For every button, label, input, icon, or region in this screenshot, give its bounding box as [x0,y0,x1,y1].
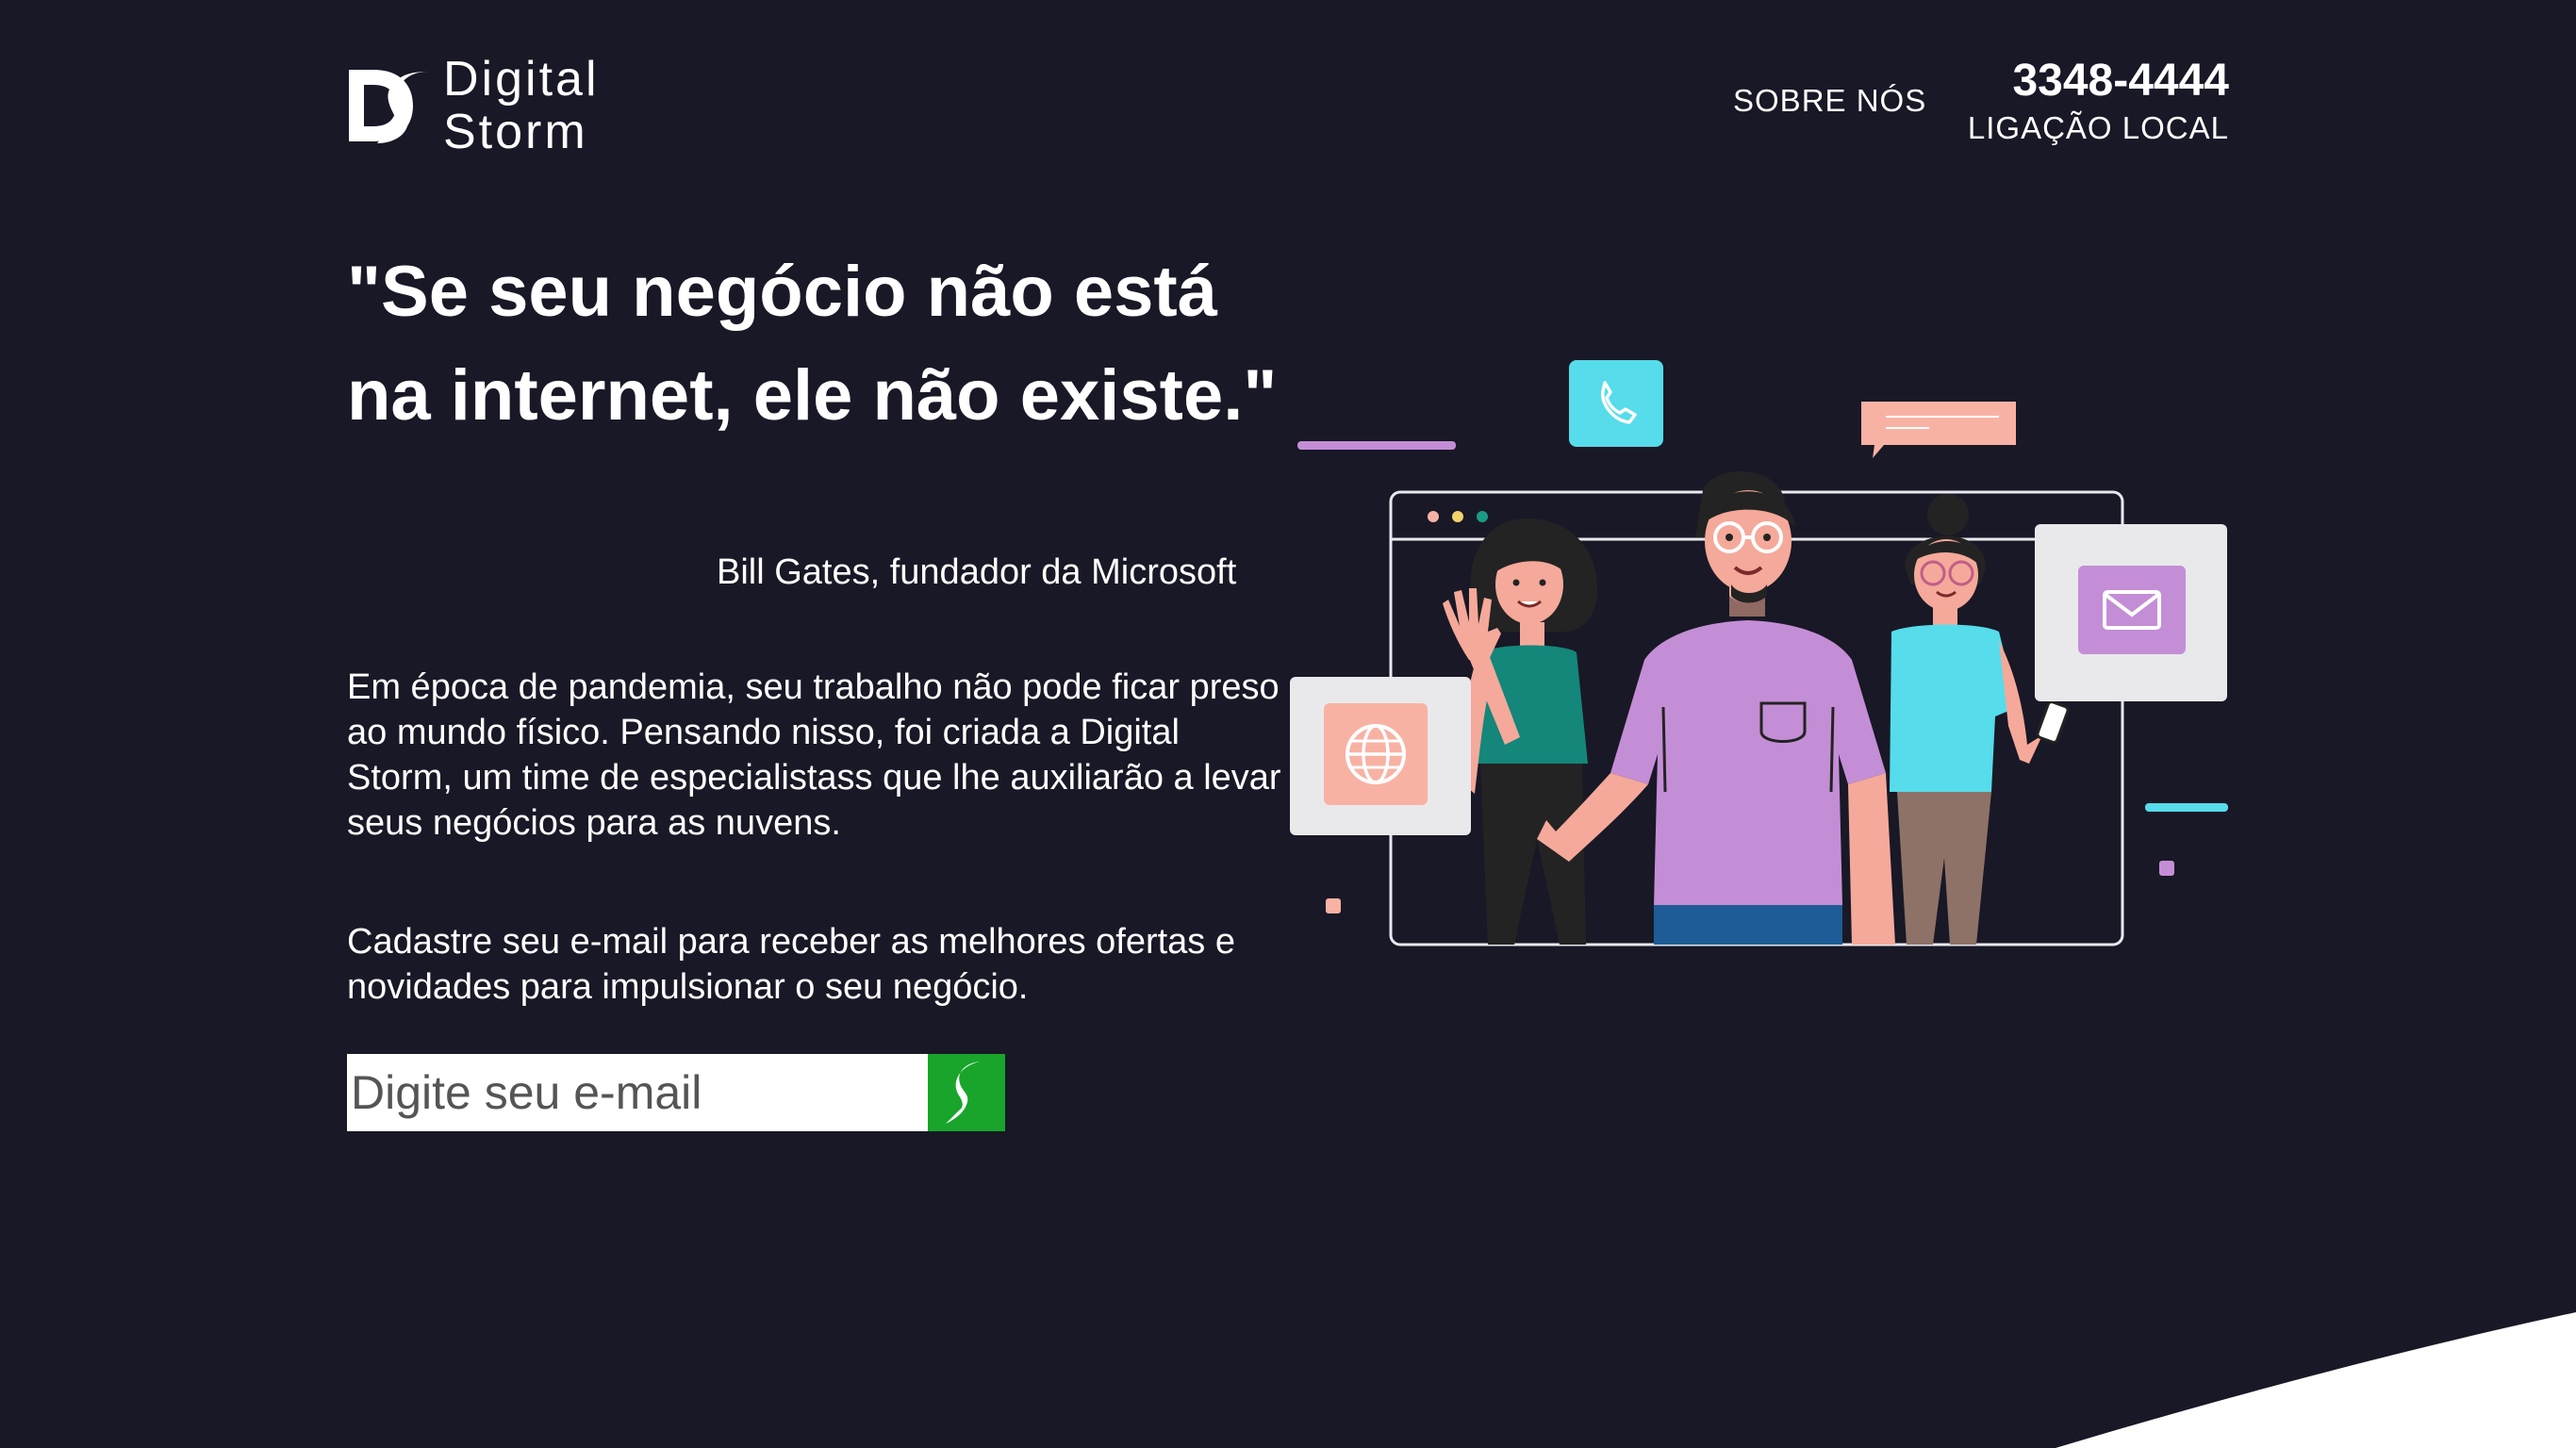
email-input[interactable] [347,1054,928,1131]
decor-dot-purple [2159,861,2174,876]
mail-icon [2035,524,2227,701]
nav-link-about[interactable]: SOBRE NÓS [1733,83,1926,119]
hero-quote: "Se seu negócio não está na internet, el… [347,252,1278,436]
brand-logo[interactable]: Digital Storm [345,53,628,158]
bottom-wave-decoration [2056,1312,2576,1448]
decor-bar-cyan [2145,803,2228,812]
brand-name: Digital Storm [443,53,600,158]
newsletter-cta: Cadastre seu e-mail para receber as melh… [347,922,1236,1007]
decor-dot-salmon [1326,898,1341,913]
phone-icon [1569,360,1663,447]
lightning-icon [946,1061,980,1124]
newsletter-form [347,1054,1005,1131]
brand-name-line2: Storm [443,105,588,159]
quote-author: Bill Gates, fundador da Microsoft [717,552,1237,592]
phone-number: 3348-4444 [2012,56,2229,106]
globe-icon [1290,677,1471,835]
phone-label: LIGAÇÃO LOCAL [1967,110,2229,145]
team-illustration [1290,360,2228,946]
phone-contact[interactable]: 3348-4444 LIGAÇÃO LOCAL [1961,53,2229,147]
intro-paragraph: Em época de pandemia, seu trabalho não p… [347,667,1281,843]
man-purple-shirt [1537,470,1895,945]
decor-bar-purple [1297,441,1456,450]
chat-bubble-icon [1861,402,2016,458]
submit-button[interactable] [928,1054,1005,1131]
ds-logo-icon [349,70,428,143]
brand-name-line1: Digital [443,52,600,107]
